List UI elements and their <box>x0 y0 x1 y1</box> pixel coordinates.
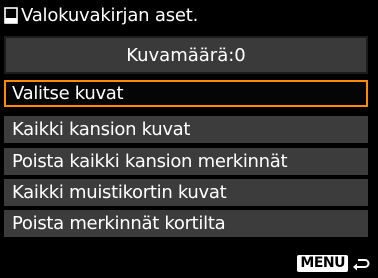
menu-item-label: Kaikki muistikortin kuvat <box>12 182 227 203</box>
page-title: Valokuvakirjan aset. <box>21 5 199 26</box>
return-arrow-icon <box>352 256 370 271</box>
image-count-display: Kuvamäärä:0 <box>4 36 368 74</box>
menu-item-label: Poista kaikki kansion merkinnät <box>12 151 288 172</box>
menu-item-label: Kaikki kansion kuvat <box>12 119 191 140</box>
photobook-icon <box>4 7 18 24</box>
footer-hint: MENU <box>297 253 370 273</box>
menu-item-clear-card[interactable]: Poista merkinnät kortilta <box>4 210 368 237</box>
menu-item-all-on-card[interactable]: Kaikki muistikortin kuvat <box>4 179 368 206</box>
menu-item-label: Poista merkinnät kortilta <box>12 213 226 234</box>
screen-header: Valokuvakirjan aset. <box>0 0 378 31</box>
menu-item-clear-folder[interactable]: Poista kaikki kansion merkinnät <box>4 148 368 175</box>
menu-item-all-in-folder[interactable]: Kaikki kansion kuvat <box>4 116 368 143</box>
menu-button[interactable]: MENU <box>297 254 348 272</box>
menu-item-label: Valitse kuvat <box>12 83 124 104</box>
menu-item-select-images[interactable]: Valitse kuvat <box>4 80 368 107</box>
